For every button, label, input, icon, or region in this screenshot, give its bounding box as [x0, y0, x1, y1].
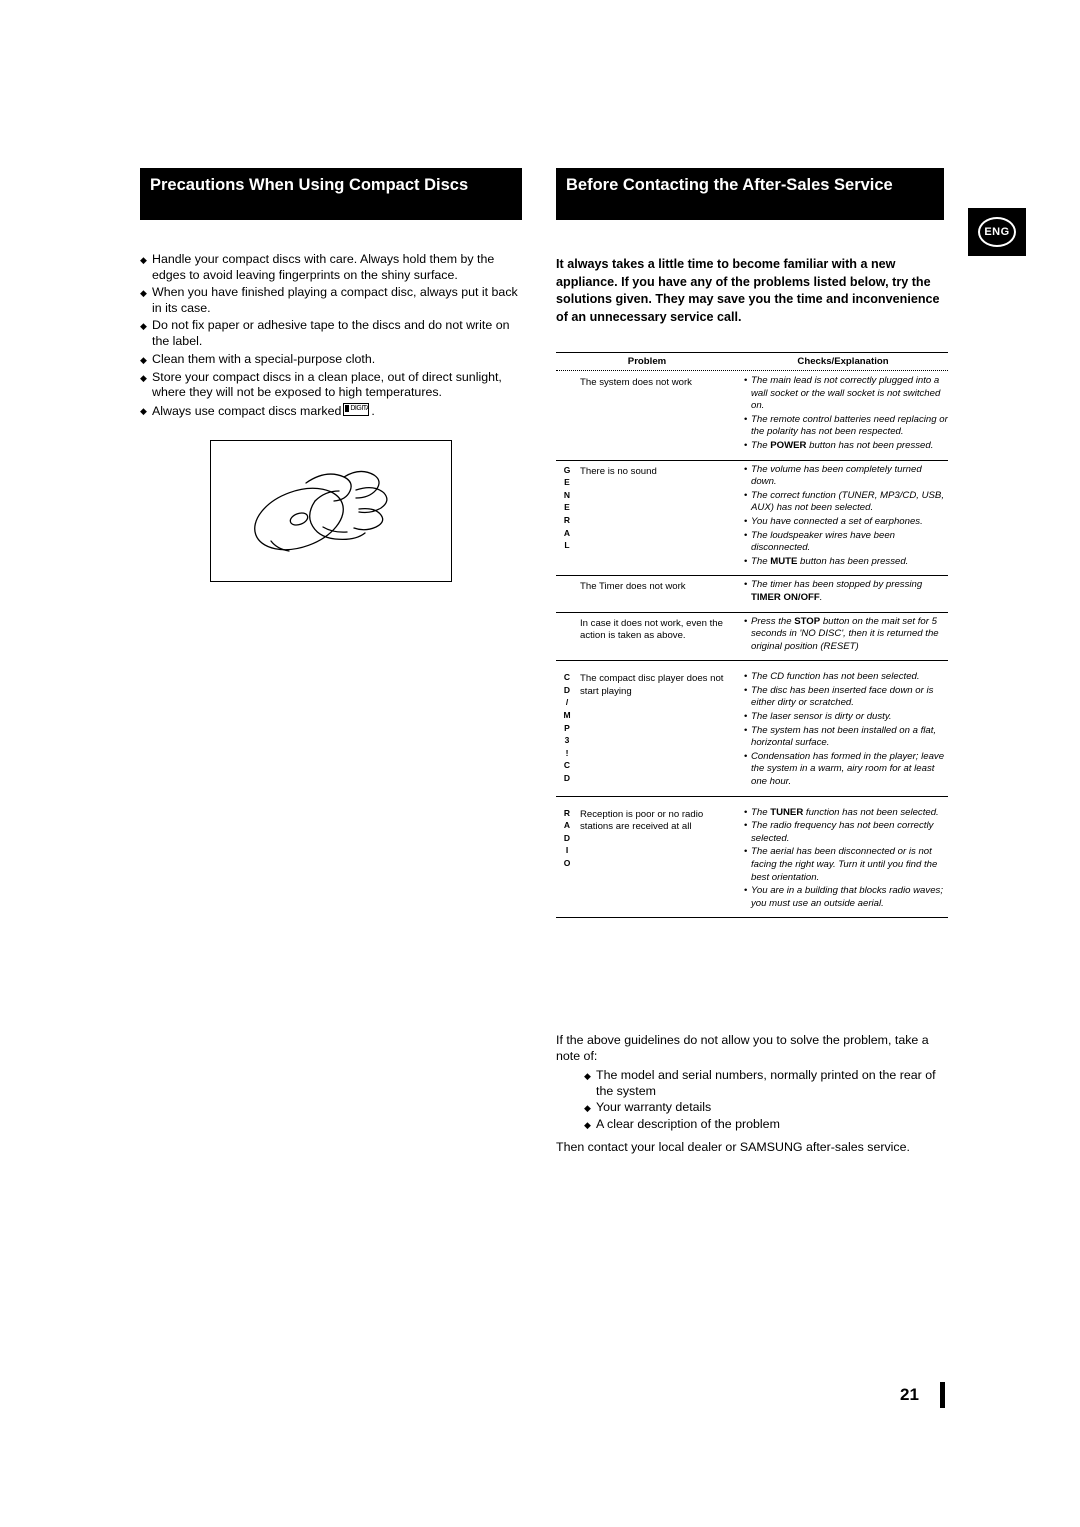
compact-disc-digital-audio-icon: DIGITAL AUDIO: [343, 402, 370, 416]
row-category-label: [556, 371, 578, 460]
checks-cell: The volume has been completely turned do…: [738, 460, 948, 576]
checks-cell: The TUNER function has not been selected…: [738, 803, 948, 918]
precautions-list: ◆ Handle your compact discs with care. A…: [140, 252, 530, 421]
diamond-bullet-icon: ◆: [584, 1071, 591, 1081]
section-header-before-contacting: Before Contacting the After-Sales Servic…: [556, 168, 944, 220]
section-header-precautions: Precautions When Using Compact Discs: [140, 168, 522, 220]
table-row: RADIO Reception is poor or no radio stat…: [556, 803, 948, 918]
list-item: ◆ When you have finished playing a compa…: [140, 285, 530, 316]
checks-cell: Press the STOP button on the mait set fo…: [738, 612, 948, 661]
column-header-problem: Problem: [627, 356, 667, 367]
check-item: The timer has been stopped by pressing T…: [744, 579, 948, 604]
precaution-text: When you have finished playing a compact…: [152, 285, 518, 315]
row-category-label: RADIO: [563, 807, 571, 868]
page-number: 21: [900, 1385, 919, 1404]
check-item: The CD function has not been selected.: [744, 671, 948, 684]
list-item: ◆ Your warranty details: [584, 1100, 956, 1116]
check-item: Press the STOP button on the mait set fo…: [744, 616, 948, 654]
check-item: Condensation has formed in the player; l…: [744, 751, 948, 789]
check-item: The laser sensor is dirty or dusty.: [744, 711, 948, 724]
table-row: The Timer does not work The timer has be…: [556, 575, 948, 611]
diamond-bullet-icon: ◆: [584, 1120, 591, 1131]
table-row: C D / M P 3! C D The compact disc player does n…: [556, 667, 948, 795]
table-row: GENERAL There is no sound The volume has…: [556, 460, 948, 576]
language-badge-label: ENG: [978, 217, 1016, 247]
checks-cell: The main lead is not correctly plugged i…: [738, 371, 948, 460]
problem-cell: There is no sound: [580, 465, 657, 477]
check-item: The correct function (TUNER, MP3/CD, USB…: [744, 490, 948, 515]
check-item: You are in a building that blocks radio …: [744, 885, 948, 910]
row-category-label: [556, 612, 578, 661]
checks-cell: The CD function has not been selected. T…: [738, 667, 948, 795]
footer-item-text: Your warranty details: [596, 1100, 712, 1115]
precaution-text: Handle your compact discs with care. Alw…: [152, 252, 495, 282]
column-header-checks: Checks/Explanation: [797, 356, 889, 367]
diamond-bullet-icon: ◆: [140, 288, 147, 299]
check-item: The system has not been installed on a f…: [744, 725, 948, 750]
check-item: The remote control batteries need replac…: [744, 414, 948, 439]
row-category-label: [556, 575, 578, 611]
problem-cell: The compact disc player does not start p…: [580, 673, 724, 697]
problem-cell: In case it does not work, even the actio…: [580, 617, 723, 642]
intro-text: It always takes a little time to become …: [556, 257, 940, 324]
diamond-bullet-icon: ◆: [140, 321, 147, 332]
check-item: You have connected a set of earphones.: [744, 516, 948, 529]
problem-cell: The Timer does not work: [580, 581, 686, 593]
list-item: ◆ Always use compact discs marked DIGITAL…: [140, 402, 530, 420]
footer-block: If the above guidelines do not allow you…: [556, 1032, 956, 1155]
list-item: ◆ Store your compact discs in a clean pl…: [140, 370, 530, 401]
footer-lead-text: If the above guidelines do not allow you…: [556, 1033, 929, 1063]
list-item: ◆ Clean them with a special-purpose clot…: [140, 352, 530, 368]
diamond-bullet-icon: ◆: [140, 354, 147, 365]
row-category-label: C D / M P 3! C D: [563, 672, 571, 784]
footer-last-text: Then contact your local dealer or SAMSUN…: [556, 1140, 910, 1155]
list-item: ◆ Do not fix paper or adhesive tape to t…: [140, 318, 530, 349]
checks-cell: The timer has been stopped by pressing T…: [738, 575, 948, 611]
diamond-bullet-icon: ◆: [140, 372, 147, 383]
footer-item-text: A clear description of the problem: [596, 1117, 780, 1132]
table-header-row: Problem Checks/Explanation: [556, 352, 948, 371]
precaution-text: Clean them with a special-purpose cloth.: [152, 351, 376, 366]
language-badge: ENG: [968, 208, 1026, 256]
diamond-bullet-icon: ◆: [140, 255, 147, 265]
problem-cell: Reception is poor or no radio stations a…: [580, 808, 704, 833]
check-item: The MUTE button has been pressed.: [744, 556, 948, 569]
document-page: Precautions When Using Compact Discs Bef…: [0, 0, 1080, 1527]
list-item: ◆ Handle your compact discs with care. A…: [140, 252, 530, 283]
check-item: The aerial has been disconnected or is n…: [744, 846, 948, 884]
precaution-text: Always use compact discs marked: [152, 403, 342, 418]
footer-item-text: The model and serial numbers, normally p…: [596, 1068, 936, 1098]
table-row: In case it does not work, even the actio…: [556, 612, 948, 661]
list-item: ◆ The model and serial numbers, normally…: [584, 1068, 956, 1099]
diamond-bullet-icon: ◆: [140, 405, 147, 416]
troubleshooting-table: Problem Checks/Explanation The system do…: [556, 352, 948, 919]
disc-mark-label: DIGITAL AUDIO: [350, 404, 368, 412]
check-item: The radio frequency has not been correct…: [744, 820, 948, 845]
check-item: The TUNER function has not been selected…: [744, 807, 948, 820]
page-number-bar: [940, 1382, 945, 1408]
table-row: The system does not work The main lead i…: [556, 371, 948, 460]
intro-block: It always takes a little time to become …: [556, 256, 948, 326]
check-item: The loudspeaker wires have been disconne…: [744, 530, 948, 555]
precaution-text: Do not fix paper or adhesive tape to the…: [152, 318, 510, 348]
list-item: ◆ A clear description of the problem: [584, 1117, 956, 1133]
check-item: The volume has been completely turned do…: [744, 464, 948, 489]
row-category-label: GENERAL: [563, 464, 571, 551]
hand-holding-disc-drawing: [254, 470, 388, 552]
footer-list: ◆ The model and serial numbers, normally…: [584, 1068, 956, 1133]
check-item: The main lead is not correctly plugged i…: [744, 375, 948, 413]
precaution-text: Store your compact discs in a clean plac…: [152, 369, 502, 400]
disc-handling-illustration: [210, 440, 452, 582]
check-item: The POWER button has not been pressed.: [744, 440, 948, 453]
problem-cell: The system does not work: [580, 377, 692, 388]
diamond-bullet-icon: ◆: [584, 1103, 591, 1114]
check-item: The disc has been inserted face down or …: [744, 685, 948, 710]
